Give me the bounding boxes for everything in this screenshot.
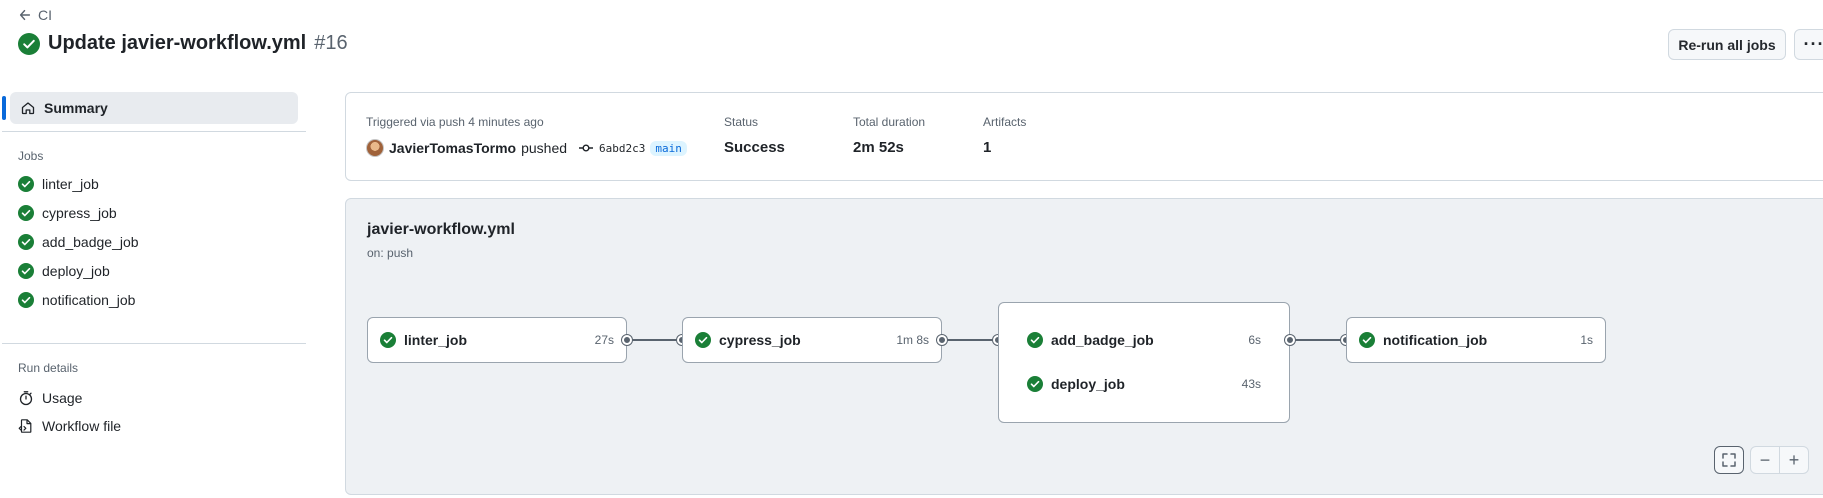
trigger-section: Triggered via push 4 minutes ago JavierT…: [366, 115, 687, 157]
sidebar-item-label: Usage: [42, 390, 83, 406]
check-circle-icon: [18, 234, 34, 250]
graph-job-deploy[interactable]: deploy_job 43s: [999, 362, 1289, 406]
sidebar-job-label: cypress_job: [42, 205, 117, 221]
check-circle-icon: [18, 263, 34, 279]
graph-job-cypress[interactable]: cypress_job 1m 8s: [682, 317, 942, 363]
duration-section: Total duration 2m 52s: [853, 115, 925, 156]
check-circle-icon: [18, 205, 34, 221]
sidebar-job-label: deploy_job: [42, 263, 110, 279]
check-circle-icon: [1027, 376, 1043, 392]
check-circle-icon: [1027, 332, 1043, 348]
trigger-label: Triggered via push 4 minutes ago: [366, 115, 544, 129]
zoom-out-button[interactable]: −: [1750, 446, 1780, 474]
artifacts-value[interactable]: 1: [983, 139, 1026, 156]
sidebar-job-label: notification_job: [42, 292, 136, 308]
job-duration: 1m 8s: [896, 333, 929, 347]
sidebar-item-usage[interactable]: Usage: [18, 390, 82, 406]
run-number: #16: [314, 32, 348, 54]
check-circle-icon: [18, 32, 40, 55]
file-code-icon: [18, 419, 32, 433]
avatar[interactable]: [366, 139, 384, 157]
back-link-label: CI: [38, 7, 52, 23]
job-name: notification_job: [1383, 332, 1488, 348]
check-circle-icon: [695, 332, 711, 348]
job-duration: 27s: [594, 333, 614, 347]
sidebar-job-add-badge[interactable]: add_badge_job: [18, 234, 139, 250]
connector-line: [1295, 339, 1345, 341]
zoom-in-button[interactable]: +: [1779, 446, 1809, 474]
home-icon: [21, 102, 35, 115]
divider: [2, 343, 306, 344]
sidebar-job-notification[interactable]: notification_job: [18, 292, 135, 308]
graph-job-group: add_badge_job 6s deploy_job 43s: [998, 302, 1290, 423]
commit-sha-link[interactable]: 6abd2c3: [599, 142, 645, 155]
connector-dot: [622, 335, 632, 345]
job-name: cypress_job: [719, 332, 801, 348]
rerun-all-jobs-button[interactable]: Re-run all jobs: [1668, 29, 1786, 60]
workflow-graph-panel: javier-workflow.yml on: push linter_job …: [345, 198, 1823, 495]
sidebar-job-label: add_badge_job: [42, 234, 139, 250]
duration-label: Total duration: [853, 115, 926, 129]
sidebar-item-summary[interactable]: Summary: [2, 92, 298, 124]
git-commit-icon: [579, 144, 594, 152]
branch-label[interactable]: main: [650, 140, 687, 156]
status-value: Success: [724, 139, 785, 156]
connector-dot: [937, 335, 947, 345]
job-duration: 6s: [1248, 333, 1261, 347]
job-duration: 43s: [1241, 377, 1261, 391]
check-circle-icon: [1359, 332, 1375, 348]
back-link[interactable]: CI: [18, 7, 52, 23]
run-details-heading: Run details: [18, 361, 79, 375]
sidebar-job-deploy[interactable]: deploy_job: [18, 263, 110, 279]
connector-line: [632, 339, 678, 341]
run-title: Update javier-workflow.yml: [48, 32, 307, 54]
check-circle-icon: [380, 332, 396, 348]
duration-value: 2m 52s: [853, 139, 904, 156]
connector-dot: [1285, 335, 1295, 345]
connector-line: [947, 339, 997, 341]
stopwatch-icon: [19, 391, 33, 406]
artifacts-section: Artifacts 1: [983, 115, 1026, 156]
sidebar-job-label: linter_job: [42, 176, 99, 192]
workflow-name: javier-workflow.yml: [367, 221, 515, 238]
graph-job-linter[interactable]: linter_job 27s: [367, 317, 627, 363]
actor-link[interactable]: JavierTomasTormo: [389, 140, 516, 156]
job-name: deploy_job: [1051, 376, 1125, 392]
artifacts-label: Artifacts: [983, 115, 1027, 129]
screen-full-icon: [1722, 453, 1736, 467]
sidebar-item-label: Workflow file: [42, 418, 122, 434]
job-name: add_badge_job: [1051, 332, 1154, 348]
run-summary-card: Triggered via push 4 minutes ago JavierT…: [345, 92, 1823, 181]
more-options-button[interactable]: ···: [1794, 29, 1823, 60]
sidebar-job-cypress[interactable]: cypress_job: [18, 205, 117, 221]
fit-to-screen-button[interactable]: [1714, 446, 1744, 474]
check-circle-icon: [18, 176, 34, 192]
workflow-trigger: on: push: [367, 246, 414, 260]
arrow-left-icon: [19, 9, 31, 21]
graph-job-notification[interactable]: notification_job 1s: [1346, 317, 1606, 363]
pushed-text: pushed: [521, 140, 568, 156]
job-name: linter_job: [404, 332, 468, 348]
divider: [2, 131, 306, 132]
sidebar-job-linter[interactable]: linter_job: [18, 176, 99, 192]
graph-job-add-badge[interactable]: add_badge_job 6s: [999, 318, 1289, 362]
jobs-heading: Jobs: [18, 149, 44, 163]
page-title: Update javier-workflow.yml #16: [18, 32, 348, 55]
sidebar-item-workflow-file[interactable]: Workflow file: [18, 418, 121, 434]
check-circle-icon: [18, 292, 34, 308]
job-duration: 1s: [1580, 333, 1593, 347]
status-section: Status Success: [724, 115, 785, 156]
status-label: Status: [724, 115, 759, 129]
sidebar-item-label: Summary: [44, 100, 108, 116]
